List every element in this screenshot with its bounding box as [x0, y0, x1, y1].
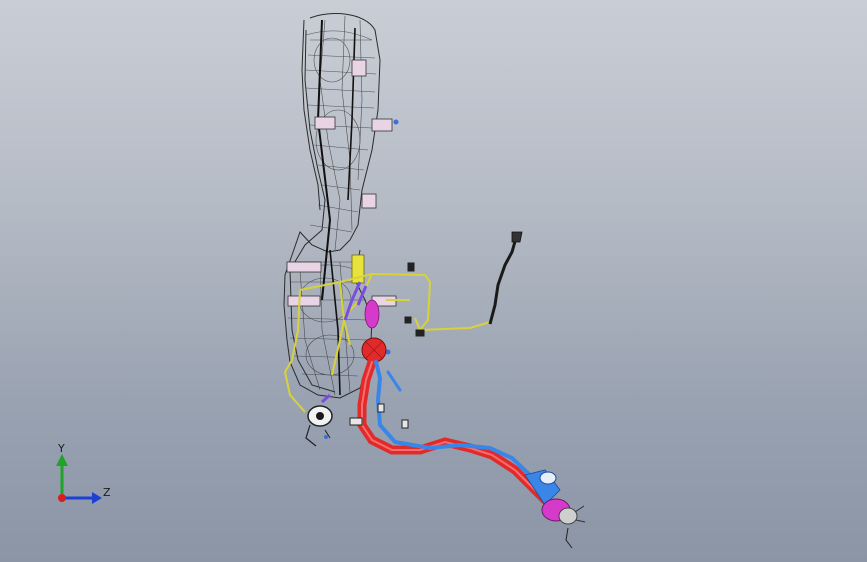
mount-block [314, 116, 336, 130]
filler-neck[interactable] [524, 469, 586, 549]
triad-y-label: Y [58, 442, 65, 455]
model-canvas[interactable] [0, 0, 867, 562]
mount-block [371, 118, 393, 132]
seal-upper [364, 299, 380, 329]
filler-pipe[interactable] [357, 357, 550, 505]
pump-flange[interactable] [305, 405, 333, 447]
breather-hose[interactable] [488, 237, 518, 325]
mount-block [361, 193, 377, 209]
mount-block [286, 261, 322, 273]
mount-block [351, 59, 367, 77]
orientation-triad [56, 454, 102, 504]
hose-connector [511, 231, 523, 243]
cad-viewport[interactable]: Y Z [0, 0, 867, 562]
mount-block [287, 295, 321, 307]
wiring-harness[interactable] [283, 272, 491, 413]
triad-z-label: Z [103, 486, 111, 499]
